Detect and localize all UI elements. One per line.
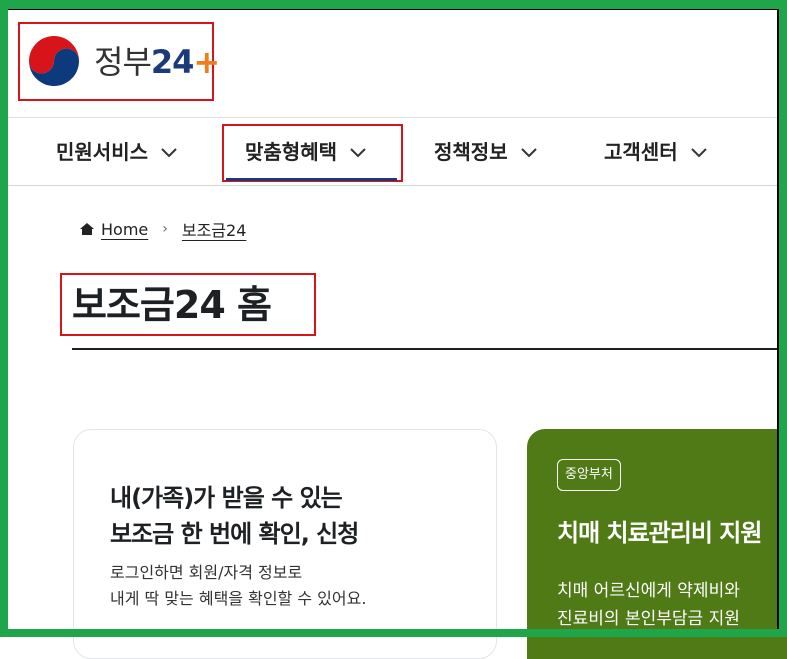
promo-benefit-card[interactable]: 중앙부처 치매 치료관리비 지원 치매 어르신에게 약제비와 진료비의 본인부담… (527, 429, 787, 659)
chevron-down-icon (350, 148, 366, 158)
logo-text-number: 24 (150, 43, 195, 81)
nav-item-label: 맞춤형혜택 (245, 140, 337, 164)
window-right-border (777, 8, 779, 629)
chevron-down-icon (520, 148, 537, 158)
login-benefit-card[interactable]: 내(가족)가 받을 수 있는 보조금 한 번에 확인, 신청 로그인하면 회원/… (73, 429, 497, 659)
card-description-line-1: 로그인하면 회원/자격 정보로 (110, 563, 303, 582)
agency-badge: 중앙부처 (557, 459, 621, 491)
promo-description-line-1: 치매 어르신에게 약제비와 (557, 581, 740, 601)
nav-item-label: 정책정보 (434, 140, 508, 164)
card-headline: 내(가족)가 받을 수 있는 보조금 한 번에 확인, 신청 (110, 480, 359, 552)
window-top-border (8, 8, 779, 10)
nav-item-customer-center[interactable]: 고객센터 (604, 138, 708, 166)
nav-item-policy-info[interactable]: 정책정보 (434, 138, 538, 166)
chevron-down-icon (690, 148, 707, 158)
promo-title: 치매 치료관리비 지원 (557, 519, 762, 547)
card-headline-line-1: 내(가족)가 받을 수 있는 (110, 484, 343, 512)
nav-item-label: 고객센터 (604, 140, 678, 164)
site-logo[interactable]: 정부24+ (94, 40, 220, 84)
nav-active-underline (226, 178, 397, 181)
header-divider (8, 117, 779, 118)
chevron-down-icon (161, 148, 177, 158)
breadcrumb-separator: › (162, 221, 168, 237)
home-icon (80, 223, 94, 235)
breadcrumb-current-link[interactable]: 보조금24 (182, 217, 247, 241)
logo-plus-mark: + (193, 43, 220, 81)
logo-text-main: 정부 (94, 43, 152, 81)
card-description-line-2: 내게 딱 맞는 혜택을 확인할 수 있어요. (110, 589, 367, 608)
government-emblem-icon[interactable] (26, 35, 82, 91)
breadcrumb-home-link[interactable]: Home (101, 220, 148, 239)
nav-item-custom-benefits[interactable]: 맞춤형혜택 (245, 138, 367, 166)
page-title: 보조금24 홈 (72, 283, 272, 327)
card-description: 로그인하면 회원/자격 정보로 내게 딱 맞는 혜택을 확인할 수 있어요. (110, 560, 366, 612)
nav-divider (8, 185, 779, 186)
breadcrumb: Home › 보조금24 (79, 217, 246, 241)
title-divider (72, 348, 779, 350)
card-headline-line-2: 보조금 한 번에 확인, 신청 (110, 520, 359, 548)
promo-description-line-2: 진료비의 본인부담금 지원 (557, 609, 740, 629)
nav-item-civil-services[interactable]: 민원서비스 (56, 138, 178, 166)
nav-item-label: 민원서비스 (56, 140, 148, 164)
promo-description: 치매 어르신에게 약제비와 진료비의 본인부담금 지원 (557, 577, 740, 633)
